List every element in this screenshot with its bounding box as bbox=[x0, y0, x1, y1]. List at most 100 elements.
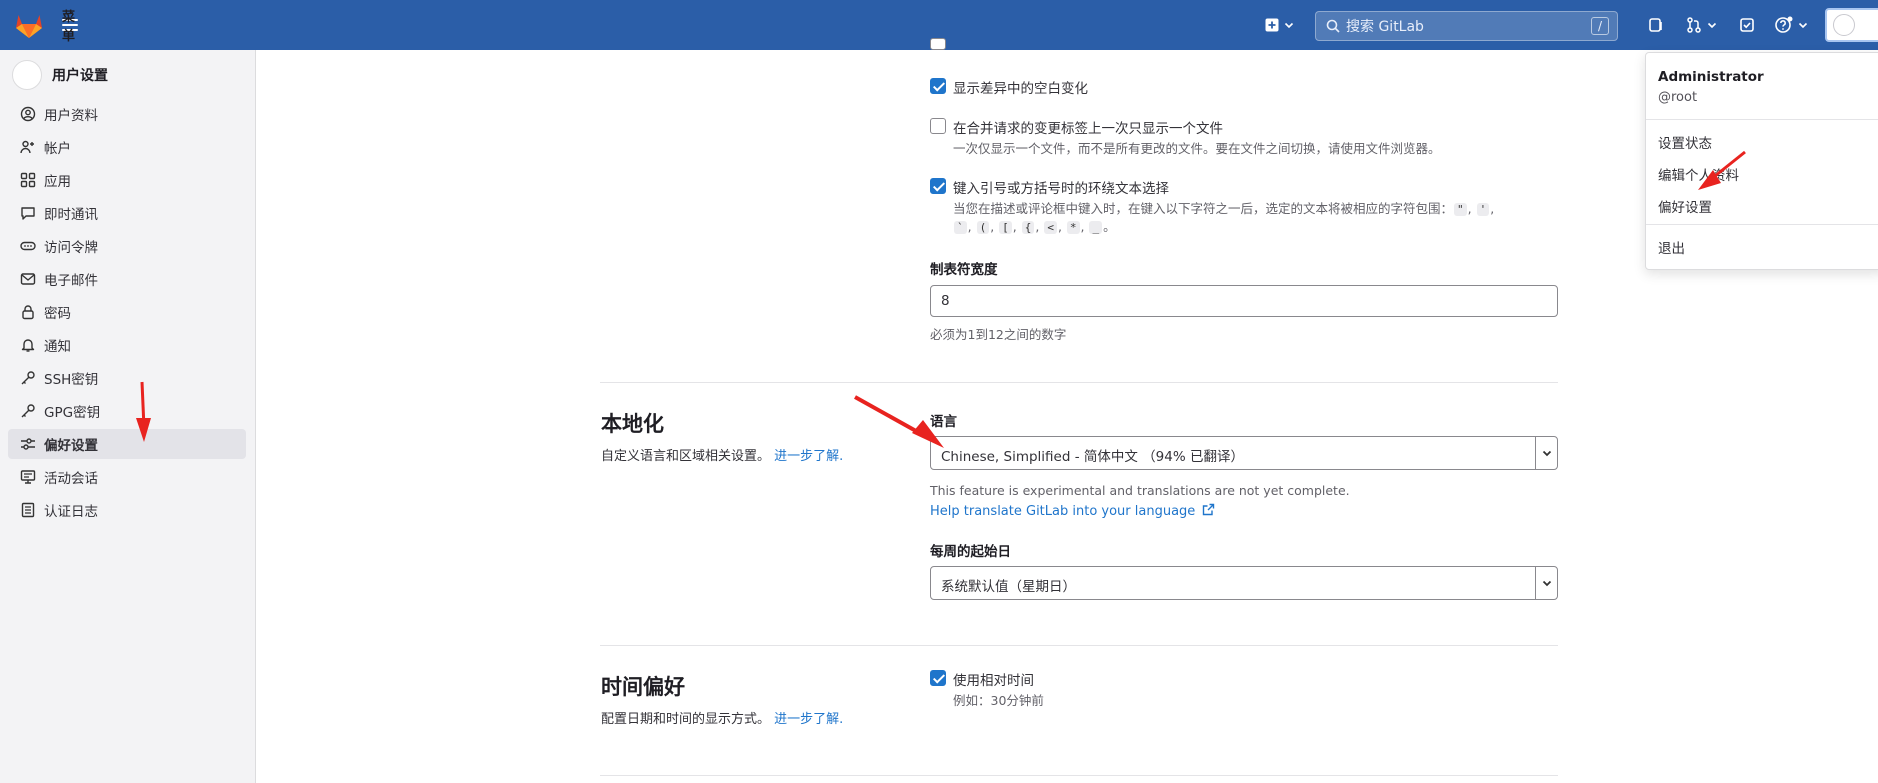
tab-width-label: 制表符宽度 bbox=[930, 262, 998, 278]
sidebar-item-ssh-keys[interactable]: SSH密钥 bbox=[8, 363, 246, 393]
menu-item-preferences[interactable]: 偏好设置 bbox=[1658, 196, 1712, 216]
help-translate-text: Help translate GitLab into your language bbox=[930, 504, 1196, 519]
char-code: [ bbox=[999, 221, 1012, 234]
char-code: ' bbox=[1476, 203, 1490, 216]
char-code: " bbox=[1454, 203, 1467, 216]
localization-desc-text: 自定义语言和区域相关设置。 bbox=[601, 449, 771, 464]
relative-time-help: 例如：30分钟前 bbox=[953, 693, 1044, 708]
main-menu-button[interactable]: 菜单 bbox=[62, 10, 78, 44]
char-code: ` bbox=[954, 221, 967, 234]
time-prefs-learn-more-link[interactable]: 进一步了解. bbox=[774, 712, 843, 727]
chevron-down-icon bbox=[1535, 437, 1557, 469]
user-menu-name[interactable]: Administrator bbox=[1658, 69, 1764, 85]
bell-icon bbox=[21, 339, 35, 352]
sidebar-item-emails[interactable]: 电子邮件 bbox=[8, 264, 246, 294]
sidebar-item-label: 用户资料 bbox=[44, 108, 98, 124]
localization-title: 本地化 bbox=[601, 412, 664, 436]
key-icon bbox=[21, 404, 35, 418]
char-code: { bbox=[1021, 221, 1035, 234]
surround-selection-label: 键入引号或方括号时的环绕文本选择 bbox=[953, 181, 1169, 197]
search-icon bbox=[1326, 19, 1340, 33]
language-label: 语言 bbox=[930, 414, 957, 430]
avatar bbox=[12, 60, 42, 90]
sidebar-header[interactable]: 用户设置 bbox=[12, 60, 108, 90]
todos-button[interactable] bbox=[1739, 14, 1755, 36]
gitlab-logo-icon[interactable] bbox=[14, 11, 44, 39]
sidebar-item-label: 活动会话 bbox=[44, 471, 98, 487]
new-item-button[interactable] bbox=[1265, 14, 1295, 36]
log-icon bbox=[21, 502, 35, 518]
surround-selection-help: 当您在描述或评论框中键入时，在键入以下字符之一后，选定的文本将被相应的字符包围：… bbox=[953, 201, 1495, 216]
issues-button[interactable] bbox=[1648, 14, 1664, 36]
avatar bbox=[1833, 14, 1855, 36]
monitor-icon bbox=[20, 470, 36, 484]
user-avatar-button[interactable] bbox=[1825, 8, 1878, 42]
issues-icon bbox=[1649, 18, 1662, 32]
section-divider bbox=[600, 645, 1558, 646]
sidebar-item-applications[interactable]: 应用 bbox=[8, 165, 246, 195]
chevron-down-icon bbox=[1535, 567, 1557, 599]
search-placeholder: 搜索 GitLab bbox=[1346, 19, 1424, 35]
week-start-select[interactable]: 系统默认值（星期日） bbox=[930, 566, 1558, 600]
token-icon bbox=[20, 241, 36, 251]
language-selected-value: Chinese, Simplified - 简体中文 （94% 已翻译） bbox=[941, 449, 1244, 465]
sidebar-item-password[interactable]: 密码 bbox=[8, 297, 246, 327]
localization-description: 自定义语言和区域相关设置。 进一步了解. bbox=[601, 445, 843, 464]
account-icon bbox=[20, 140, 34, 154]
surround-selection-checkbox[interactable] bbox=[930, 178, 946, 194]
sidebar-item-active-sessions[interactable]: 活动会话 bbox=[8, 462, 246, 492]
language-select[interactable]: Chinese, Simplified - 简体中文 （94% 已翻译） bbox=[930, 436, 1558, 470]
surround-help-text: 当您在描述或评论框中键入时，在键入以下字符之一后，选定的文本将被相应的字符包围： bbox=[953, 201, 1454, 216]
time-preferences-description: 配置日期和时间的显示方式。 进一步了解. bbox=[601, 708, 843, 727]
annotation-arrow bbox=[854, 395, 926, 438]
sidebar-item-auth-log[interactable]: 认证日志 bbox=[8, 495, 246, 525]
menu-divider bbox=[1646, 224, 1878, 225]
merge-requests-button[interactable] bbox=[1686, 14, 1718, 36]
menu-item-set-status[interactable]: 设置状态 bbox=[1658, 132, 1712, 152]
sidebar-item-gpg-keys[interactable]: GPG密钥 bbox=[8, 396, 246, 426]
time-preferences-title: 时间偏好 bbox=[601, 675, 685, 699]
lock-icon bbox=[22, 305, 34, 320]
surround-selection-help-cont: `, (, [, {, <, *, _。 bbox=[953, 216, 1116, 235]
single-file-label: 在合并请求的变更标签上一次只显示一个文件 bbox=[953, 121, 1223, 137]
char-code: ( bbox=[976, 221, 990, 234]
sidebar-item-label: 帐户 bbox=[44, 141, 71, 157]
help-translate-link[interactable]: Help translate GitLab into your language bbox=[930, 503, 1215, 519]
sidebar-item-label: 应用 bbox=[44, 174, 71, 190]
sidebar-item-profile[interactable]: 用户资料 bbox=[8, 99, 246, 129]
todo-check-icon bbox=[1740, 18, 1754, 32]
question-icon bbox=[1775, 16, 1793, 33]
menu-divider bbox=[1646, 119, 1878, 120]
search-shortcut-key: / bbox=[1591, 17, 1609, 35]
sidebar-item-preferences[interactable]: 偏好设置 bbox=[8, 429, 246, 459]
sidebar-item-label: SSH密钥 bbox=[44, 372, 99, 388]
menu-item-edit-profile[interactable]: 编辑个人资料 bbox=[1658, 164, 1739, 184]
tab-width-input[interactable]: 8 bbox=[930, 285, 1558, 317]
sidebar-item-label: 电子邮件 bbox=[44, 273, 98, 289]
section-divider bbox=[600, 382, 1558, 383]
show-whitespace-checkbox[interactable] bbox=[930, 78, 946, 94]
help-button[interactable] bbox=[1775, 14, 1809, 36]
sidebar-item-label: GPG密钥 bbox=[44, 405, 101, 421]
menu-item-sign-out[interactable]: 退出 bbox=[1658, 237, 1685, 257]
single-file-checkbox[interactable] bbox=[930, 118, 946, 134]
cut-off-checkbox[interactable] bbox=[930, 38, 946, 50]
external-link-icon bbox=[1203, 503, 1215, 516]
sidebar-item-access-tokens[interactable]: 访问令牌 bbox=[8, 231, 246, 261]
localization-learn-more-link[interactable]: 进一步了解. bbox=[774, 449, 843, 464]
email-icon bbox=[20, 273, 36, 285]
preferences-icon bbox=[21, 438, 35, 450]
time-prefs-desc-text: 配置日期和时间的显示方式。 bbox=[601, 712, 771, 727]
sidebar-item-label: 认证日志 bbox=[44, 504, 98, 520]
user-menu-username[interactable]: @root bbox=[1658, 90, 1697, 105]
sidebar-item-notifications[interactable]: 通知 bbox=[8, 330, 246, 360]
merge-request-icon bbox=[1687, 17, 1701, 33]
search-input[interactable]: 搜索 GitLab / bbox=[1315, 11, 1618, 41]
plus-square-icon bbox=[1265, 18, 1279, 32]
sidebar-item-account[interactable]: 帐户 bbox=[8, 132, 246, 162]
show-whitespace-label: 显示差异中的空白变化 bbox=[953, 81, 1088, 97]
sidebar-item-chat[interactable]: 即时通讯 bbox=[8, 198, 246, 228]
relative-time-checkbox[interactable] bbox=[930, 670, 946, 686]
profile-icon bbox=[20, 106, 36, 122]
relative-time-label: 使用相对时间 bbox=[953, 673, 1034, 689]
